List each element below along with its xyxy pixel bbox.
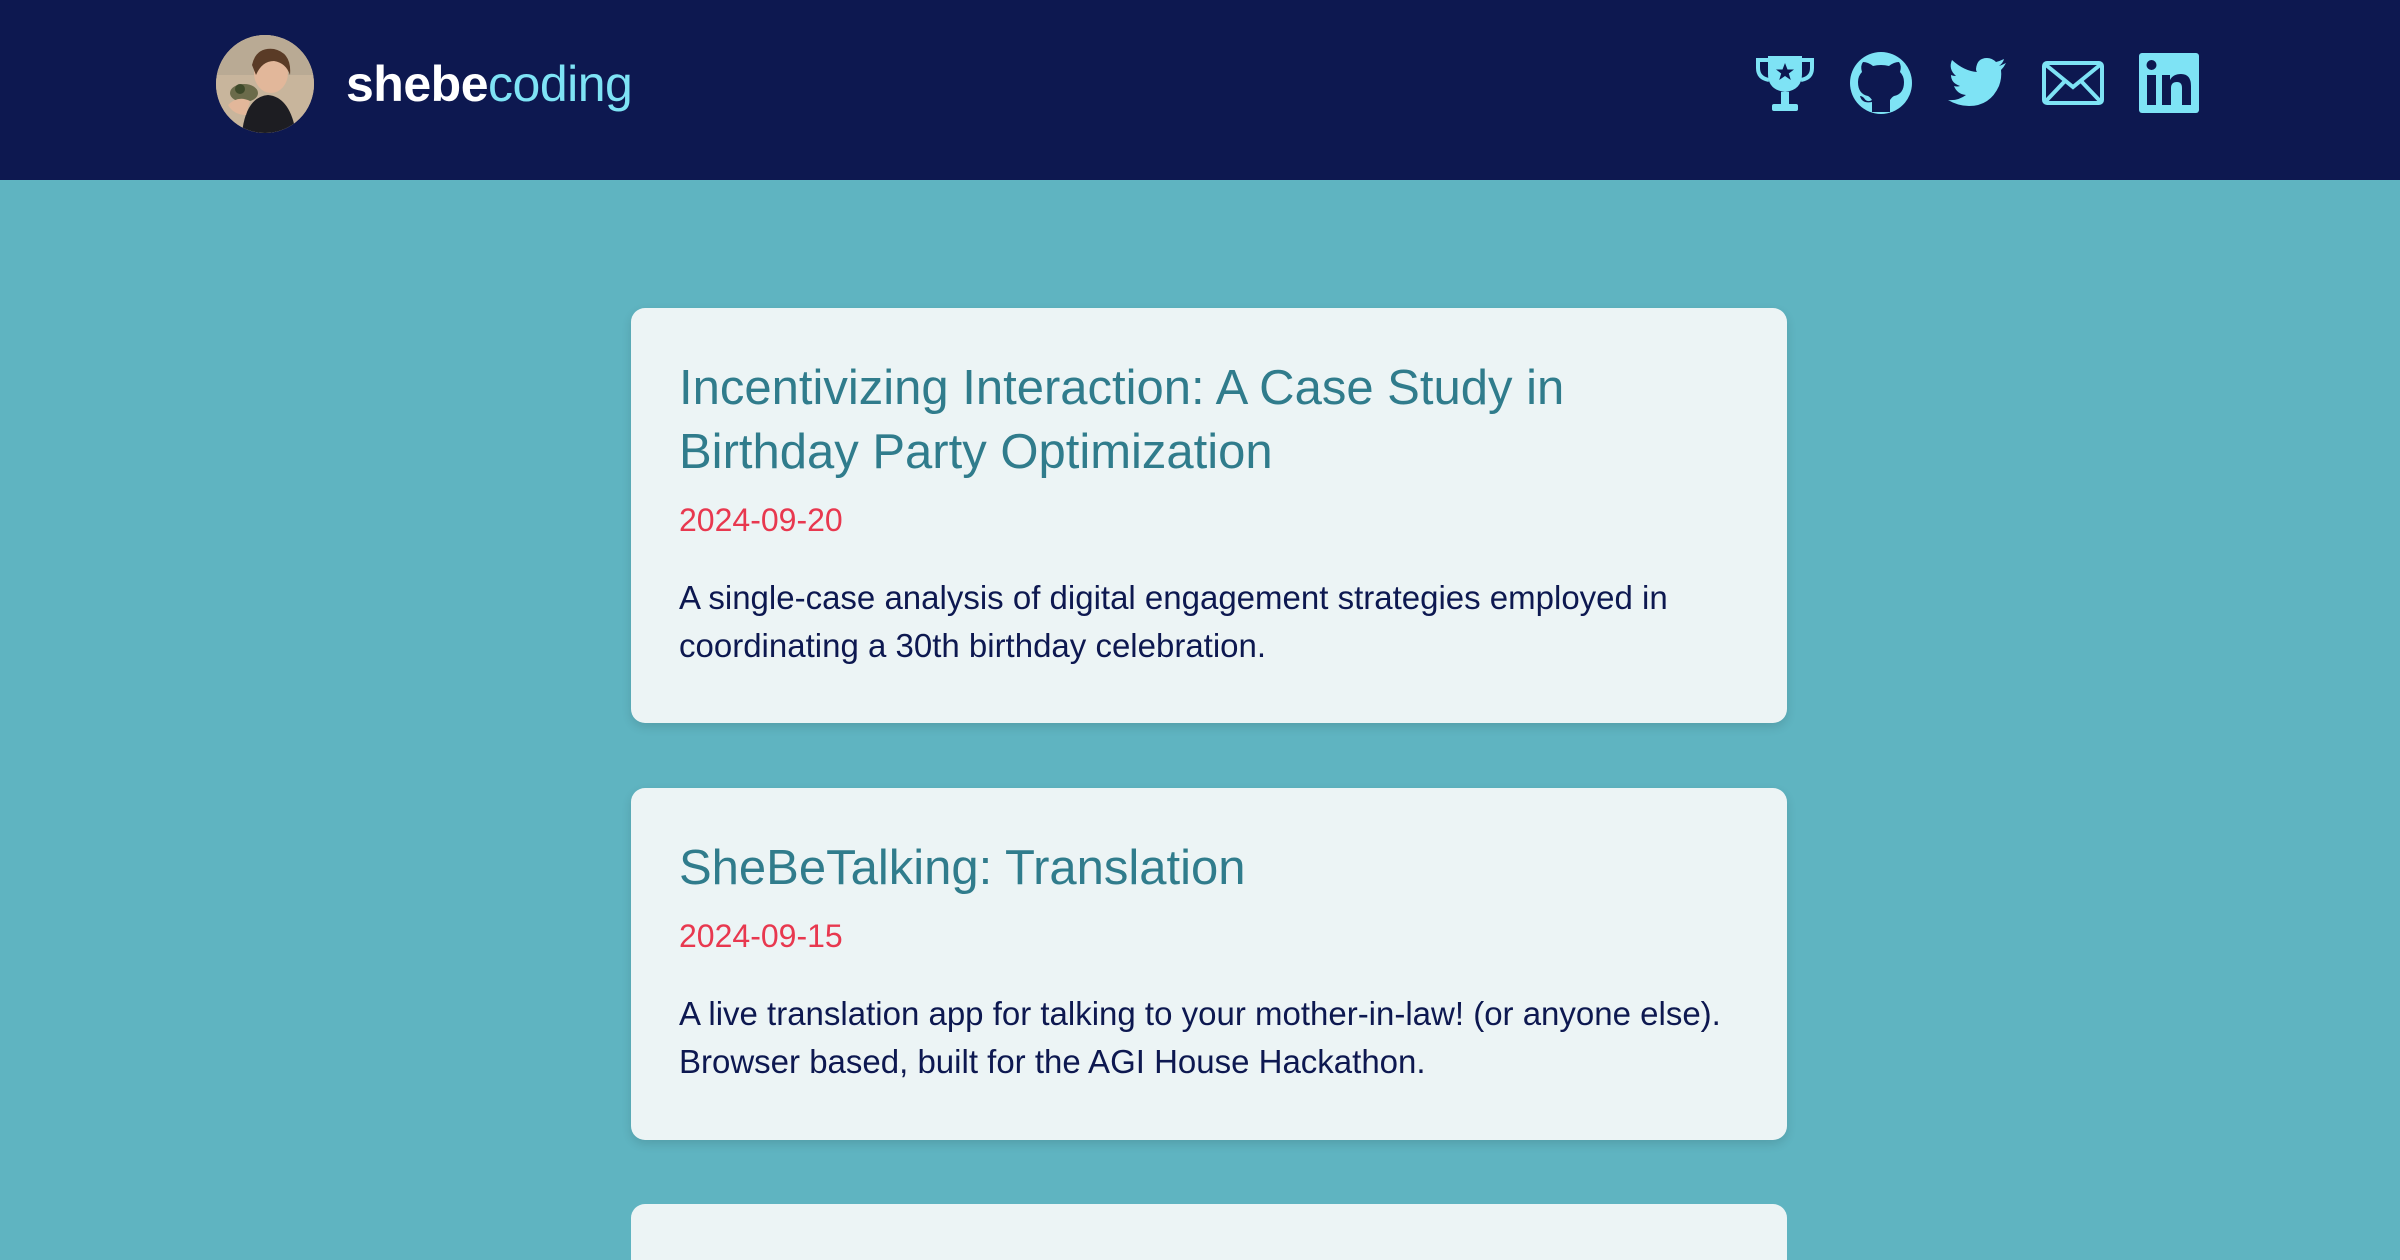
github-link[interactable]	[1848, 50, 1914, 116]
post-description: A single-case analysis of digital engage…	[679, 579, 1668, 664]
home-link[interactable]: shebecoding	[216, 35, 633, 133]
social-links	[1752, 50, 2202, 116]
github-icon	[1850, 52, 1912, 114]
post-description: A live translation app for talking to yo…	[679, 995, 1721, 1080]
email-link[interactable]	[2040, 50, 2106, 116]
site-title-light: coding	[488, 56, 633, 112]
twitter-icon	[1948, 58, 2006, 106]
twitter-link[interactable]	[1944, 50, 2010, 116]
post-title-link[interactable]: SheBeTalking: Translation	[679, 836, 1739, 900]
post-date: 2024-09-15	[679, 918, 843, 954]
post-card	[631, 1204, 1787, 1260]
linkedin-icon	[2139, 53, 2199, 113]
avatar	[216, 35, 314, 133]
post-date: 2024-09-20	[679, 502, 843, 538]
post-card: SheBeTalking: Translation 2024-09-15 A l…	[631, 788, 1787, 1140]
post-card: Incentivizing Interaction: A Case Study …	[631, 308, 1787, 723]
site-header: shebecoding	[0, 0, 2400, 180]
trophy-icon	[1756, 56, 1814, 111]
site-title: shebecoding	[346, 35, 633, 133]
linkedin-link[interactable]	[2136, 50, 2202, 116]
mail-icon	[2042, 61, 2104, 105]
post-title-link[interactable]: Incentivizing Interaction: A Case Study …	[679, 356, 1739, 484]
site-title-bold: shebe	[346, 56, 489, 112]
trophy-link[interactable]	[1752, 50, 1818, 116]
